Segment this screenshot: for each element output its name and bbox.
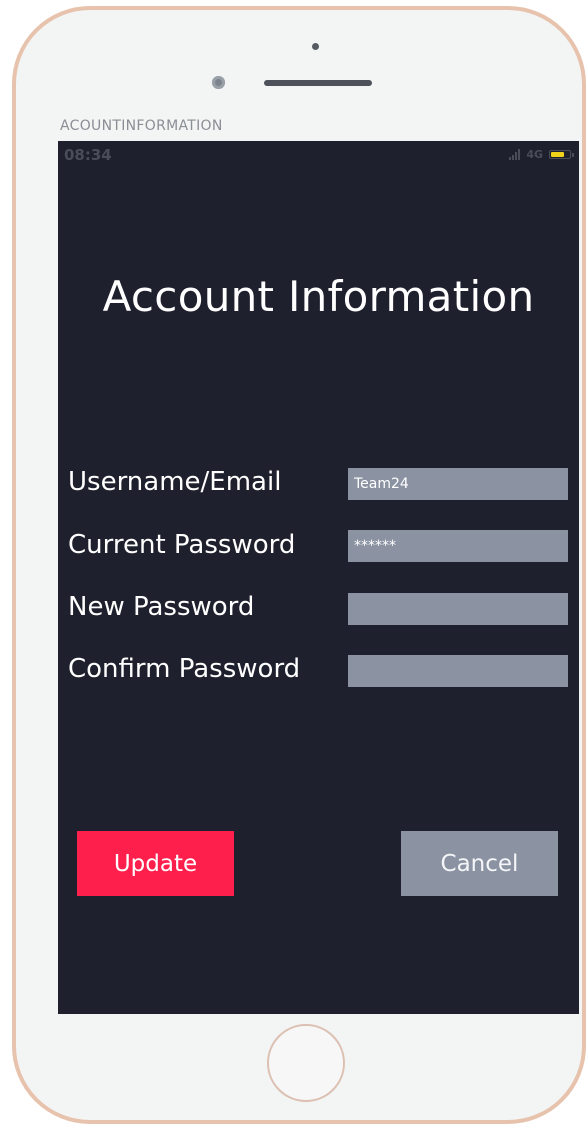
- confirm-password-input[interactable]: [348, 655, 568, 687]
- cancel-button[interactable]: Cancel: [401, 831, 558, 896]
- network-type-label: 4G: [526, 148, 543, 161]
- new-password-input[interactable]: [348, 593, 568, 625]
- new-password-label: New Password: [68, 592, 255, 622]
- status-time: 08:34: [64, 146, 112, 164]
- username-email-label: Username/Email: [68, 467, 282, 497]
- current-password-label: Current Password: [68, 530, 296, 560]
- front-camera-icon: [212, 76, 225, 89]
- app-screen: 08:34 4G Account Information Username/Em…: [58, 141, 579, 1014]
- earpiece-speaker: [264, 80, 372, 86]
- status-indicators: 4G: [509, 148, 574, 161]
- confirm-password-label: Confirm Password: [68, 654, 301, 684]
- proximity-sensor: [312, 43, 319, 50]
- home-button[interactable]: [267, 1024, 345, 1102]
- phone-frame: ACOUNTINFORMATION 08:34 4G Account Infor…: [12, 6, 586, 1124]
- username-email-input[interactable]: [348, 468, 568, 500]
- screen-name-caption: ACOUNTINFORMATION: [60, 118, 223, 134]
- page-title: Account Information: [102, 272, 535, 321]
- update-button[interactable]: Update: [77, 831, 234, 896]
- battery-icon: [549, 150, 574, 159]
- current-password-input[interactable]: [348, 530, 568, 562]
- signal-strength-icon: [509, 149, 521, 160]
